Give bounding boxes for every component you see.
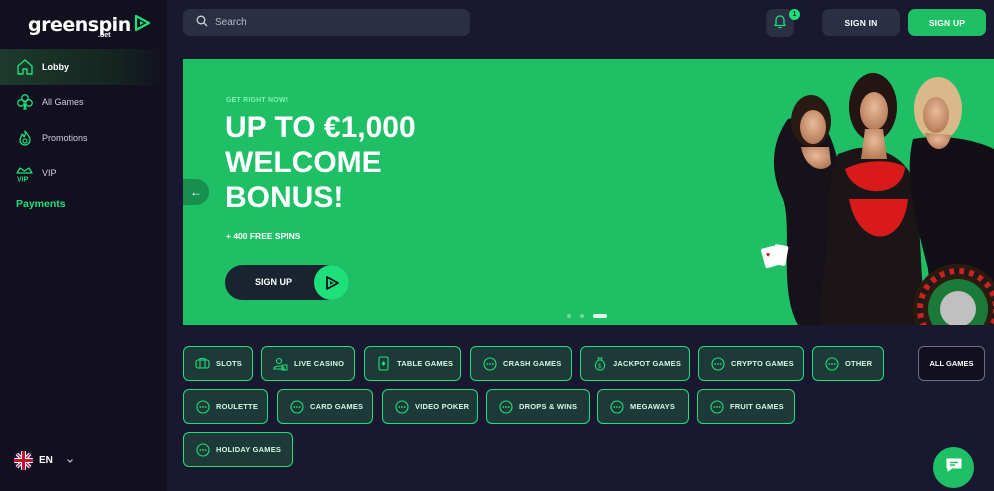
all-games-button[interactable]: ALL GAMES [918, 346, 985, 381]
slots-icon [195, 356, 210, 371]
notification-count-badge: 1 [789, 9, 800, 20]
carousel-dot[interactable] [580, 314, 584, 318]
banner-headline: UP TO €1,000 WELCOME BONUS! [225, 111, 416, 214]
live-dealer-icon [273, 356, 288, 371]
play-icon [314, 265, 349, 300]
category-fruit-games[interactable]: FRUIT GAMES [697, 389, 795, 424]
banner-sign-up-button[interactable]: SIGN UP [225, 265, 349, 300]
sidebar-item-lobby[interactable]: Lobby [0, 49, 167, 85]
bell-icon [772, 13, 788, 34]
search-input[interactable] [215, 17, 455, 28]
category-other[interactable]: OTHER [812, 346, 884, 381]
sidebar-item-all-games[interactable]: All Games [0, 85, 167, 121]
category-jackpot-games[interactable]: $ JACKPOT GAMES [580, 346, 690, 381]
category-label: DROPS & WINS [519, 402, 578, 411]
banner-eyebrow: GET RIGHT NOW! [226, 97, 289, 104]
sidebar-item-vip[interactable]: VIP VIP [0, 156, 167, 192]
clubs-icon [15, 93, 34, 112]
uk-flag-icon [14, 451, 33, 470]
search-icon [196, 14, 208, 32]
category-label: VIDEO POKER [415, 402, 470, 411]
category-label: CRASH GAMES [503, 359, 562, 368]
brand-name: greenspin [28, 13, 131, 36]
svg-text:VIP: VIP [17, 176, 29, 183]
chevron-down-icon [66, 452, 74, 470]
category-crash-games[interactable]: CRASH GAMES [470, 346, 572, 381]
category-label: SLOTS [216, 359, 243, 368]
carousel-dot-active[interactable] [593, 314, 607, 318]
sidebar-item-label: Promotions [42, 132, 88, 143]
dots-icon [824, 356, 839, 371]
category-label: MEGAWAYS [630, 402, 676, 411]
crown-vip-icon: VIP [15, 164, 34, 183]
dots-icon [195, 399, 210, 414]
sidebar: greenspin .bet Lobby All Games Promotion… [0, 0, 167, 491]
category-card-games[interactable]: CARD GAMES [277, 389, 373, 424]
category-label: HOLIDAY GAMES [216, 445, 282, 454]
card-icon [376, 356, 391, 371]
carousel-dots [567, 314, 607, 318]
banner-cta-label: SIGN UP [255, 277, 293, 287]
category-label: ROULETTE [216, 402, 259, 411]
category-video-poker[interactable]: VIDEO POKER [382, 389, 478, 424]
category-label: TABLE GAMES [397, 359, 454, 368]
sidebar-nav: Lobby All Games Promotions VIP VIP [0, 49, 167, 191]
payments-link[interactable]: Payments [16, 198, 66, 210]
brand-play-icon [133, 14, 151, 37]
language-label: EN [39, 455, 53, 466]
category-label: OTHER [845, 359, 873, 368]
category-roulette[interactable]: ROULETTE [183, 389, 268, 424]
chat-bubble-icon [944, 455, 964, 480]
category-crypto-games[interactable]: CRYPTO GAMES [698, 346, 804, 381]
money-bag-icon: $ [592, 356, 607, 371]
promo-banner: GET RIGHT NOW! UP TO €1,000 WELCOME BONU… [183, 59, 994, 325]
dots-icon [710, 356, 725, 371]
category-label: LIVE CASINO [294, 359, 345, 368]
sign-in-button[interactable]: SIGN IN [822, 9, 900, 36]
category-live-casino[interactable]: LIVE CASINO [261, 346, 355, 381]
sign-up-button[interactable]: SIGN UP [908, 9, 986, 36]
category-table-games[interactable]: TABLE GAMES [364, 346, 461, 381]
category-megaways[interactable]: MEGAWAYS [597, 389, 689, 424]
dots-icon [394, 399, 409, 414]
hero-image: ♥ [761, 73, 994, 325]
brand-logo[interactable]: greenspin .bet [28, 12, 151, 39]
sidebar-item-label: Lobby [42, 61, 69, 72]
brand-suffix: .bet [98, 32, 111, 39]
fire-icon [15, 128, 34, 147]
live-chat-button[interactable] [933, 447, 974, 488]
sidebar-item-label: All Games [42, 97, 84, 108]
home-icon [15, 57, 34, 76]
dots-icon [289, 399, 304, 414]
search-bar[interactable] [183, 9, 470, 36]
svg-text:$: $ [598, 364, 602, 370]
banner-prev-button[interactable]: ← [183, 179, 209, 205]
svg-text:♥: ♥ [766, 252, 770, 259]
dots-icon [609, 399, 624, 414]
banner-subline: + 400 FREE SPINS [226, 231, 301, 241]
category-label: JACKPOT GAMES [613, 359, 682, 368]
category-label: FRUIT GAMES [730, 402, 784, 411]
sidebar-item-label: VIP [42, 168, 57, 179]
dots-icon [482, 356, 497, 371]
category-holiday-games[interactable]: HOLIDAY GAMES [183, 432, 293, 467]
language-selector[interactable]: EN [14, 451, 74, 470]
category-slots[interactable]: SLOTS [183, 346, 253, 381]
category-drops-wins[interactable]: DROPS & WINS [486, 389, 590, 424]
dots-icon [498, 399, 513, 414]
dots-icon [195, 442, 210, 457]
category-label: CRYPTO GAMES [731, 359, 794, 368]
dots-icon [709, 399, 724, 414]
sidebar-item-promotions[interactable]: Promotions [0, 120, 167, 156]
category-label: CARD GAMES [310, 402, 364, 411]
arrow-left-icon: ← [190, 185, 202, 199]
carousel-dot[interactable] [567, 314, 571, 318]
